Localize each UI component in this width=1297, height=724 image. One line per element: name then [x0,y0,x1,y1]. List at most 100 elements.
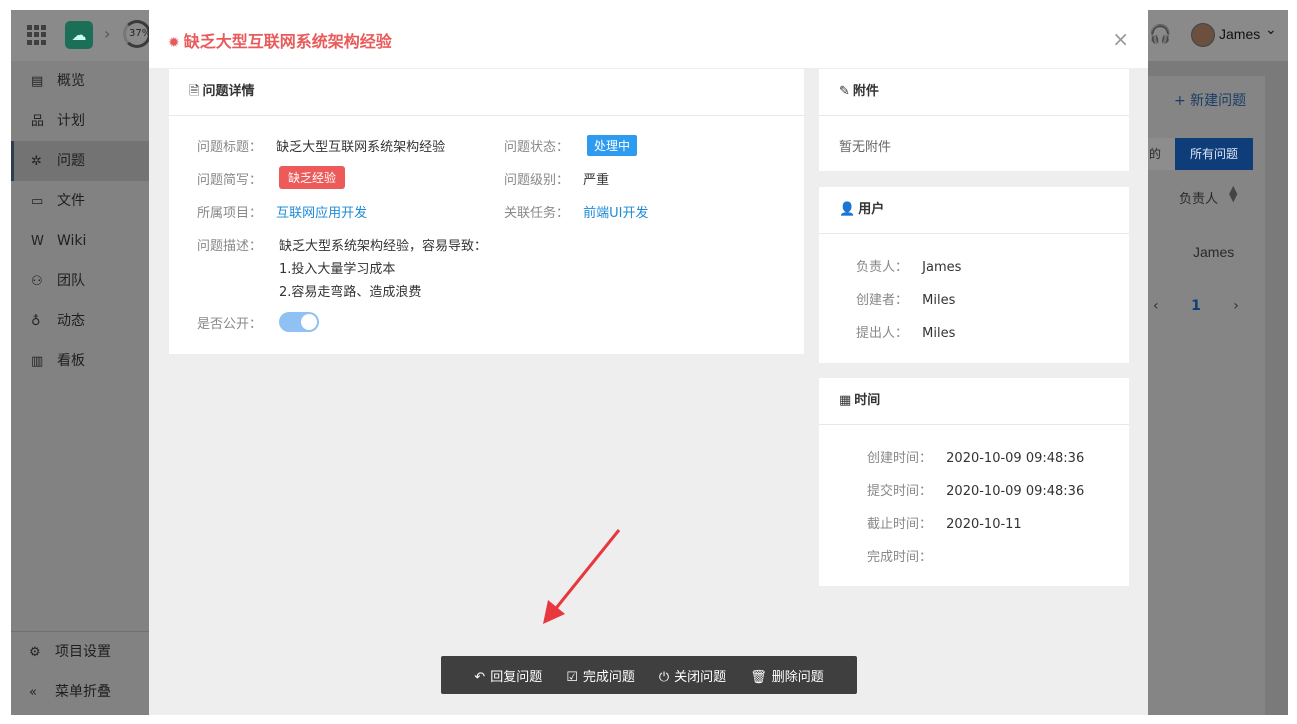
field-title: 问题标题： 缺乏大型互联网系统架构经验 [197,136,445,155]
label-short: 问题简写： [197,173,263,188]
action-bar: ↶ 回复问题 ☑ 完成问题 ⏻ 关闭问题 🗑 删除问题 [441,656,857,694]
delete-issue-label: 删除问题 [771,669,824,685]
field-description-label: 问题描述： [197,235,262,254]
field-owner: 负责人： James [856,256,961,275]
tab-all-issues[interactable]: 所有问题 [1175,138,1253,170]
label-status: 问题状态： [504,140,570,155]
time-heading-text: 时间 [854,393,881,408]
attachment-empty-text: 暂无附件 [839,140,892,155]
label-finished-time: 完成时间： [867,550,933,565]
sidebar-item-folder[interactable]: ▭ 文件 [11,181,149,221]
gear-icon: ⚙ [29,645,41,660]
next-page-icon[interactable]: › [1233,298,1239,314]
time-card: ▦ 时间 创建时间： 2020-10-09 09:48:36 提交时间： 2020… [819,378,1129,586]
label-project: 所属项目： [197,206,263,221]
sidebar-item-chart[interactable]: ▥ 看板 [11,341,149,381]
sidebar-item-label: 概览 [57,73,85,89]
reply-icon: ↶ [474,669,486,685]
sidebar-item-team[interactable]: ⚇ 团队 [11,261,149,301]
value-submitted-time: 2020-10-09 09:48:36 [946,484,1085,499]
label-task: 关联任务： [504,206,570,221]
headset-icon[interactable]: 🎧 [1149,24,1171,45]
field-short-label: 问题简写： [197,169,262,188]
description-line: 1.投入大量学习成本 [279,262,396,277]
sidebar-item-plan[interactable]: 品计划 [11,101,149,141]
value-owner: James [922,260,962,275]
task-link[interactable]: 前端UI开发 [583,206,648,221]
close-icon[interactable]: × [1112,27,1129,51]
description-line: 2.容易走弯路、造成浪费 [279,285,422,300]
issue-detail-heading: 🗎 问题详情 [169,69,804,116]
progress-indicator: 37% [123,20,151,48]
sidebar-item-label: 文件 [57,193,85,209]
project-link[interactable]: 互联网应用开发 [276,206,367,221]
sidebar-item-label: Wiki [57,233,87,249]
field-status-label: 问题状态： [504,136,569,155]
attachment-heading-text: 附件 [852,84,879,99]
users-card: 👤 用户 负责人： James 创建者： Miles 提出人： Miles [819,187,1129,363]
cloud-logo-icon[interactable]: ☁ [65,21,93,49]
users-heading-text: 用户 [858,202,885,217]
sidebar-item-overview[interactable]: ▤ 概览 [11,61,149,101]
new-issue-button[interactable]: + 新建问题 [1174,90,1246,110]
paperclip-icon: ✎ [839,84,850,99]
value-creator: Miles [922,293,956,308]
value-level: 严重 [583,173,610,188]
close-issue-button[interactable]: ⏻ 关闭问题 [647,666,738,685]
value-reporter: Miles [922,326,956,341]
reply-issue-button[interactable]: ↶ 回复问题 [462,666,554,685]
sidebar-item-activity[interactable]: ♁ 动态 [11,301,149,341]
chevron-down-icon[interactable]: ⌄ [1265,22,1277,38]
label-created-time: 创建时间： [867,451,933,466]
collapse-icon: « [29,685,37,700]
attachment-heading: ✎ 附件 [819,69,1129,116]
value-title: 缺乏大型互联网系统架构经验 [276,140,446,155]
sidebar-item-collapse[interactable]: « 菜单折叠 [11,672,149,712]
sort-icon[interactable]: ▲ ▼ [1229,184,1237,203]
sidebar-item-wiki[interactable]: W Wiki [11,221,149,261]
prev-page-icon[interactable]: ‹ [1153,298,1159,314]
field-public-label: 是否公开： [197,313,262,332]
toggle-knob [301,314,317,330]
field-task: 关联任务： 前端UI开发 [504,202,649,221]
issue-detail-card: 🗎 问题详情 问题标题： 缺乏大型互联网系统架构经验 问题状态： 处理中 问题简写… [169,69,804,354]
value-deadline: 2020-10-11 [946,517,1022,532]
calendar-icon: ▦ [839,393,852,408]
label-title: 问题标题： [197,140,263,155]
power-icon: ⏻ [658,669,670,685]
bug-icon: ✹ [168,35,180,51]
user-name[interactable]: James [1219,26,1260,42]
sidebar-item-label: 看板 [57,353,85,369]
issue-list-panel [1133,76,1265,715]
issue-detail-modal: ✹ 缺乏大型互联网系统架构经验 × 🗎 问题详情 问题标题： 缺乏大型互联网系统架构… [149,10,1148,715]
field-reporter: 提出人： Miles [856,322,955,341]
bug-icon: ✲ [31,154,42,169]
column-header-owner[interactable]: 负责人 [1179,188,1218,207]
modal-title-text: 缺乏大型互联网系统架构经验 [183,32,392,51]
activity-icon: ♁ [31,314,41,329]
page-number[interactable]: 1 [1191,298,1201,314]
field-created-time: 创建时间： 2020-10-09 09:48:36 [867,447,1084,466]
label-owner: 负责人： [856,260,909,275]
field-deadline: 截止时间： 2020-10-11 [867,513,1022,532]
complete-issue-button[interactable]: ☑ 完成问题 [554,666,647,685]
public-toggle[interactable] [279,312,319,332]
chart-icon: ▥ [31,354,44,369]
field-finished-time: 完成时间： [867,546,942,565]
table-cell-owner: James [1193,244,1235,260]
value-created-time: 2020-10-09 09:48:36 [946,451,1085,466]
short-name-badge: 缺乏经验 [279,166,346,189]
chevron-right-icon: › [104,24,111,43]
sidebar-item-gear[interactable]: ⚙ 项目设置 [11,632,149,672]
field-project: 所属项目： 互联网应用开发 [197,202,367,221]
sidebar: ▤ 概览品计划 ✲ 问题 ▭ 文件 W Wiki ⚇ 团队 ♁ 动态 ▥ 看板 ⚙ 项目设置 « 菜单折叠 [11,61,150,715]
avatar[interactable] [1191,23,1215,47]
document-icon: 🗎 [189,84,200,99]
label-description: 问题描述： [197,239,263,254]
grid-icon[interactable] [27,25,47,45]
delete-issue-button[interactable]: 🗑 删除问题 [738,666,836,685]
close-issue-label: 关闭问题 [674,669,727,685]
sidebar-item-bug[interactable]: ✲ 问题 [11,141,149,181]
field-creator: 创建者： Miles [856,289,955,308]
label-level: 问题级别： [504,173,570,188]
